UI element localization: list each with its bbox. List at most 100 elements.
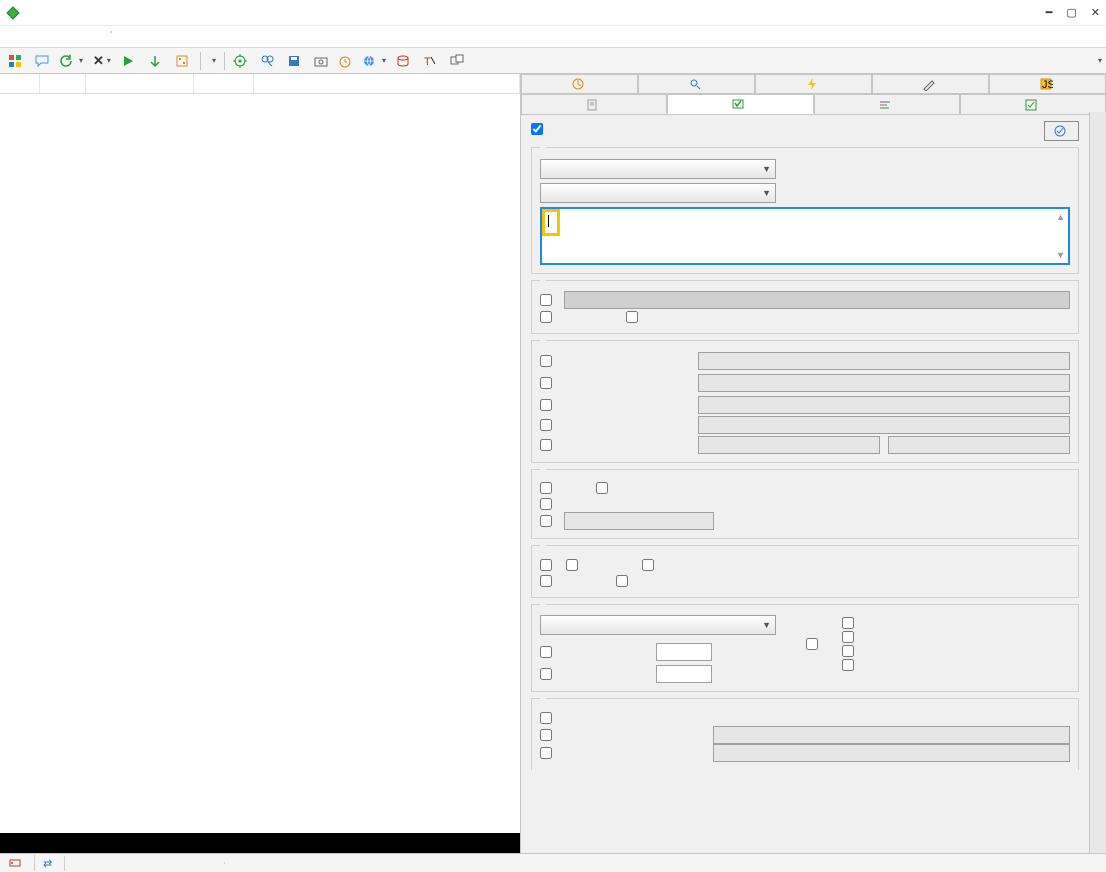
tab-statistics[interactable] — [521, 74, 638, 93]
browse-button[interactable]: ▾ — [358, 52, 390, 70]
client-process-group — [531, 280, 1079, 335]
block-script-checkbox[interactable] — [842, 617, 858, 629]
save-button[interactable] — [283, 52, 308, 70]
set-req-header-value — [888, 436, 1070, 454]
hide-non2xx-checkbox[interactable] — [566, 559, 582, 571]
block-swf-checkbox[interactable] — [842, 645, 858, 657]
keep-sessions-dropdown[interactable]: ▾ — [205, 54, 220, 67]
col-num[interactable] — [0, 74, 40, 93]
hide-larger-input[interactable] — [656, 665, 712, 683]
geoedge-icon — [104, 30, 118, 44]
delete-resp-headers-input — [713, 744, 1070, 762]
titlebar: ━ ▢ ✕ — [0, 0, 1106, 26]
flag-resp-headers-input — [713, 726, 1070, 744]
hide-304-checkbox[interactable] — [616, 575, 632, 587]
delete-resp-headers-checkbox[interactable] — [540, 747, 705, 759]
status-code-group — [531, 545, 1079, 598]
hide-auth-checkbox[interactable] — [642, 559, 658, 571]
menu-file[interactable] — [6, 36, 18, 38]
find-button[interactable] — [256, 52, 281, 70]
session-count — [65, 862, 225, 864]
set-req-header-name — [698, 436, 880, 454]
minimize-button[interactable]: ━ — [1046, 6, 1053, 19]
time-heatmap-checkbox[interactable] — [806, 617, 822, 671]
menu-tools[interactable] — [48, 36, 60, 38]
hide-svc-traffic-checkbox[interactable] — [626, 311, 642, 323]
set-req-header-checkbox[interactable] — [540, 439, 690, 451]
host-filter-select[interactable]: ▼ — [540, 183, 776, 203]
remove-button[interactable]: ✕▾ — [89, 51, 115, 71]
statusbar: ⇄ — [0, 853, 1106, 872]
right-scrollbar[interactable] — [1089, 112, 1106, 853]
comment-button[interactable] — [31, 52, 53, 70]
url-hide-input — [698, 374, 1070, 392]
tearoff-button[interactable] — [446, 52, 471, 70]
tab-log[interactable] — [521, 94, 667, 114]
menu-help[interactable] — [76, 36, 88, 38]
screenshot-button[interactable] — [310, 52, 332, 70]
show-ie-traffic-checkbox[interactable] — [540, 311, 556, 323]
menu-rules[interactable] — [34, 36, 46, 38]
tab-autoresponder[interactable] — [755, 74, 872, 93]
hosts-input-box[interactable]: ▲ ▼ — [540, 207, 1070, 265]
flag-req-headers-input — [698, 396, 1070, 414]
zone-filter-select[interactable]: ▼ — [540, 159, 776, 179]
close-button[interactable]: ✕ — [1091, 6, 1100, 19]
tab-apitest[interactable] — [960, 94, 1106, 114]
break-post-checkbox[interactable] — [540, 482, 556, 494]
break-content-type-checkbox[interactable] — [540, 515, 556, 527]
hide-smaller-input[interactable] — [656, 643, 712, 661]
col-protocol[interactable] — [86, 74, 194, 93]
break-get-checkbox[interactable] — [596, 482, 612, 494]
break-xhr-checkbox[interactable] — [540, 498, 1070, 510]
request-headers-group — [531, 340, 1079, 463]
inspector-pane: JS ▼ ▼ ▲ ▼ — [521, 74, 1106, 853]
delete-req-headers-input — [698, 416, 1070, 434]
delete-req-headers-checkbox[interactable] — [540, 419, 690, 431]
col-url[interactable] — [254, 74, 520, 93]
flag-setcookie-checkbox[interactable] — [540, 712, 1070, 724]
timer-button[interactable] — [334, 52, 356, 70]
replay-button[interactable]: ▾ — [55, 52, 87, 70]
menu-edit[interactable] — [20, 36, 32, 38]
winconfig-button[interactable] — [4, 52, 29, 70]
hide-redirects-checkbox[interactable] — [540, 575, 556, 587]
sessions-grid-header — [0, 74, 520, 94]
block-css-checkbox[interactable] — [842, 659, 858, 671]
block-image-checkbox[interactable] — [842, 631, 858, 643]
quickexec-bar[interactable] — [0, 833, 520, 853]
actions-button[interactable] — [1044, 121, 1079, 141]
capturing-indicator[interactable] — [0, 855, 35, 871]
tab-timeline[interactable] — [814, 94, 960, 114]
content-type-select[interactable]: ▼ — [540, 615, 776, 635]
clear-cache-button[interactable] — [392, 52, 417, 70]
show-traffic-from-checkbox[interactable] — [540, 294, 556, 306]
flag-resp-headers-checkbox[interactable] — [540, 729, 705, 741]
url-contains-input — [698, 352, 1070, 370]
hide-2xx-checkbox[interactable] — [540, 559, 556, 571]
use-filters-checkbox[interactable] — [531, 123, 547, 135]
hide-larger-checkbox[interactable] — [540, 668, 650, 680]
tab-composer[interactable] — [872, 74, 989, 93]
textwizard-button[interactable]: T — [419, 52, 444, 70]
url-contains-checkbox[interactable] — [540, 355, 690, 367]
decode-button[interactable] — [171, 52, 196, 70]
menu-getbook[interactable] — [90, 36, 102, 38]
go-button[interactable] — [117, 52, 142, 70]
flag-req-headers-checkbox[interactable] — [540, 399, 690, 411]
col-host[interactable] — [194, 74, 254, 93]
menu-geoedge[interactable] — [120, 36, 132, 38]
url-hide-checkbox[interactable] — [540, 377, 690, 389]
stream-button[interactable] — [144, 52, 169, 70]
breakpoints-group — [531, 469, 1079, 540]
hide-smaller-checkbox[interactable] — [540, 646, 650, 658]
maximize-button[interactable]: ▢ — [1066, 6, 1076, 19]
menu-view[interactable] — [62, 36, 74, 38]
tab-fiddlerscript[interactable]: JS — [989, 74, 1106, 93]
col-result[interactable] — [40, 74, 86, 93]
process-filter[interactable]: ⇄ — [35, 856, 65, 871]
tab-filters[interactable] — [667, 94, 813, 114]
any-process-button[interactable] — [229, 52, 254, 70]
empty-sessions-message — [0, 94, 520, 833]
tab-inspectors[interactable] — [638, 74, 755, 93]
